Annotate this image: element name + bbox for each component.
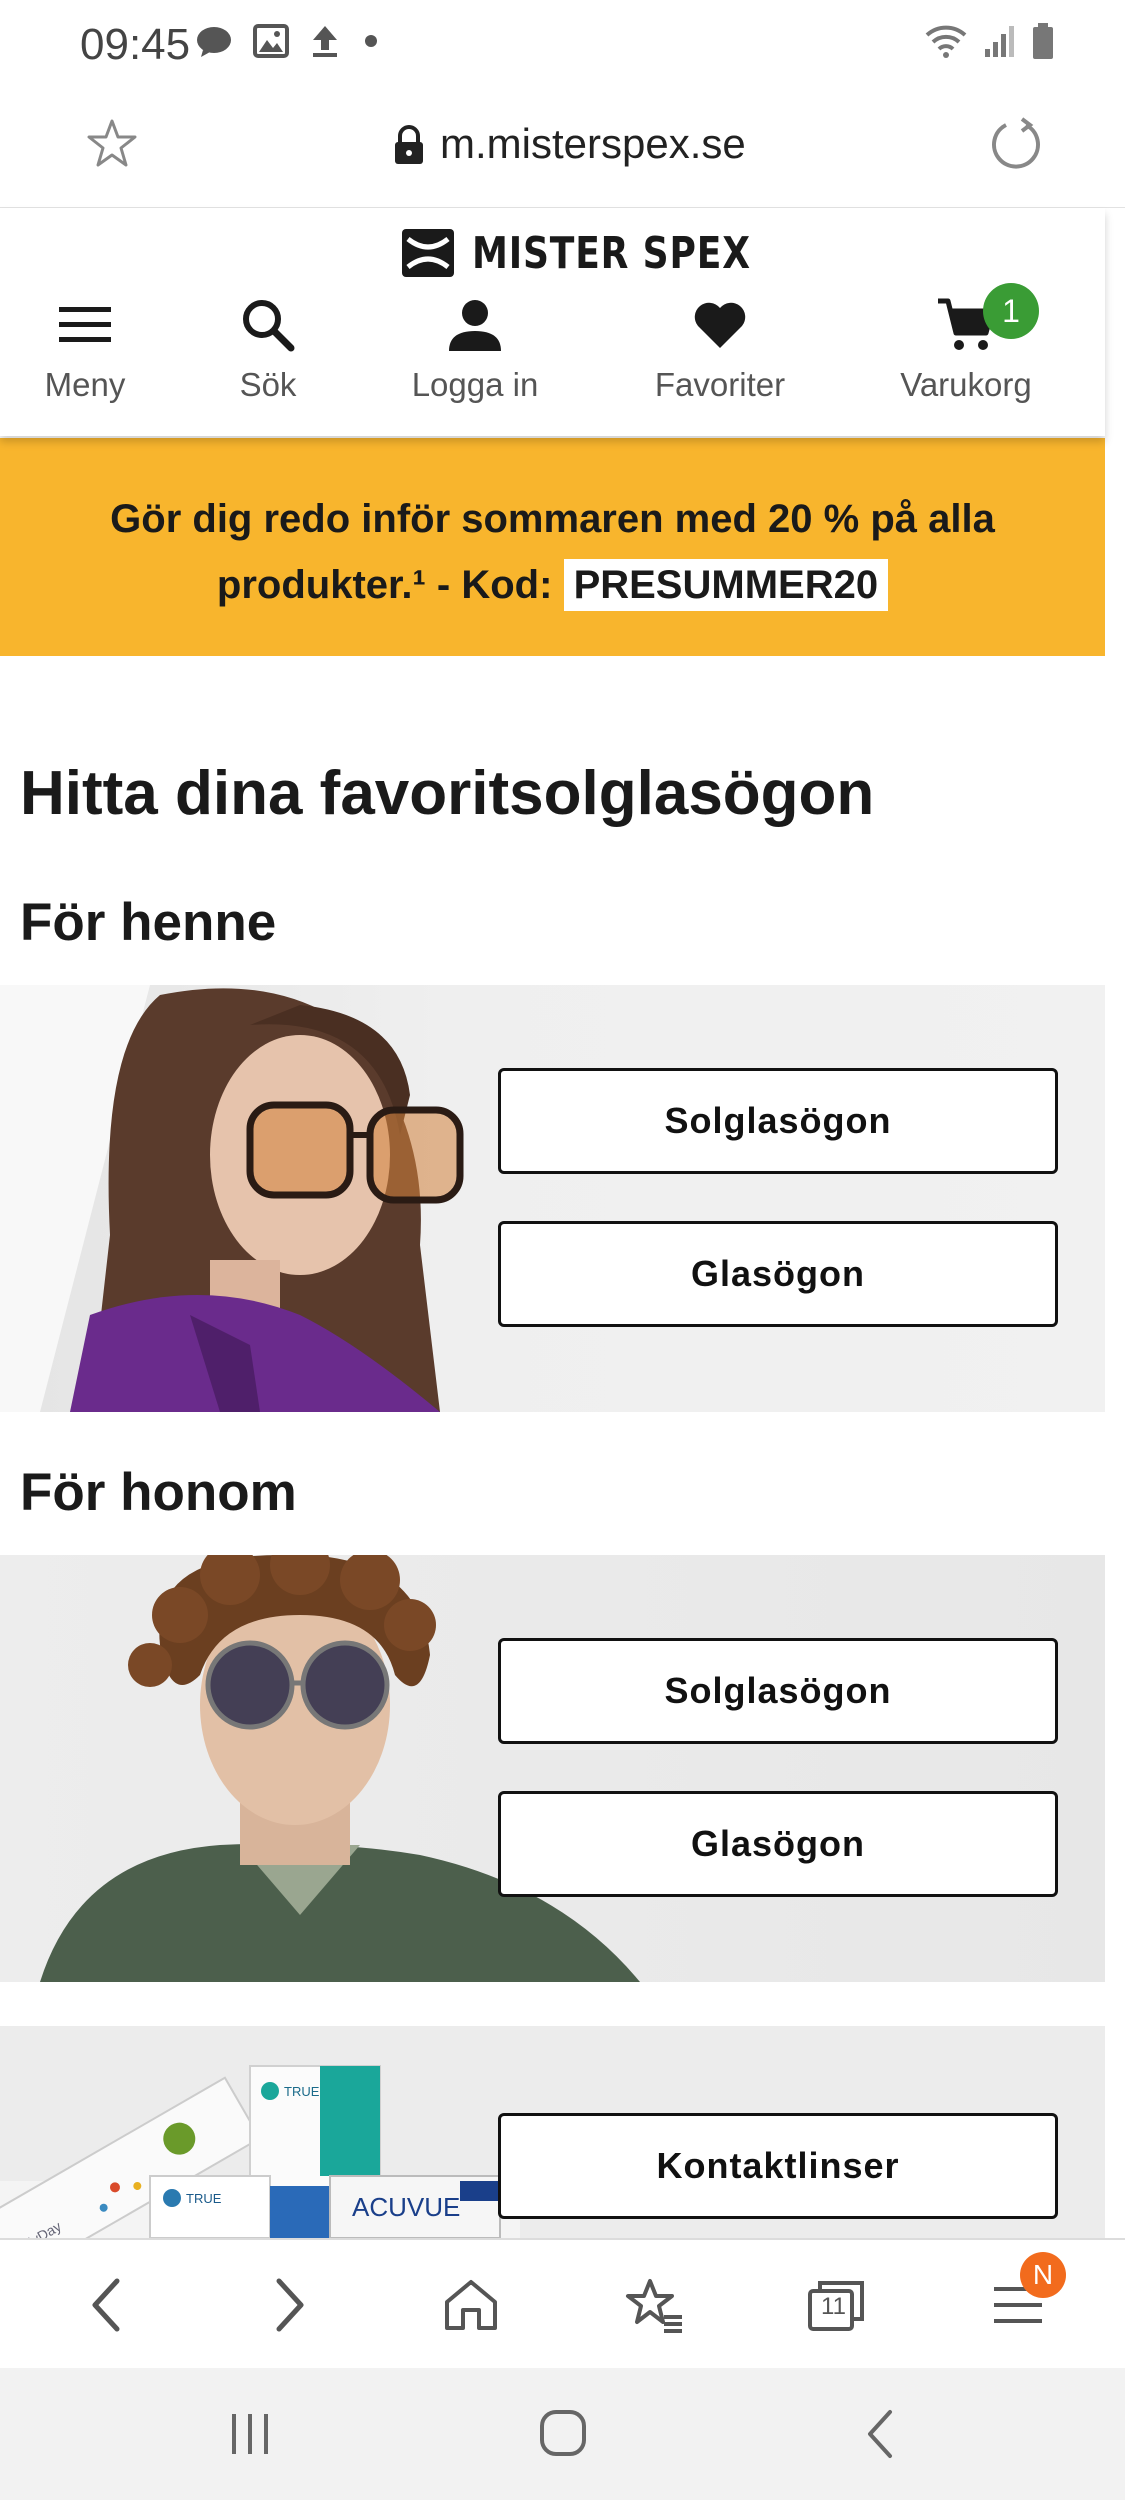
promo-line-1: Gör dig redo inför sommaren med 20 % på …	[110, 497, 995, 541]
status-time: 09:45	[80, 20, 191, 69]
site-logo[interactable]: MISTER SPEX	[400, 225, 812, 281]
home-icon	[445, 2280, 497, 2330]
recent-apps-icon	[232, 2414, 268, 2454]
section-title-her: För henne	[20, 893, 277, 952]
messenger-icon	[197, 27, 231, 57]
search-icon	[243, 300, 295, 352]
hamburger-menu-icon	[59, 307, 111, 342]
heart-icon	[694, 302, 746, 348]
system-back-button[interactable]	[860, 2408, 900, 2465]
reload-icon[interactable]	[988, 115, 1044, 171]
upload-icon	[313, 26, 337, 57]
back-button[interactable]	[67, 2265, 147, 2345]
bookmark-star-icon[interactable]	[85, 118, 139, 170]
bookmarks-button[interactable]	[614, 2265, 694, 2345]
nav-search-label: Sök	[239, 366, 297, 403]
him-panel	[0, 1555, 1105, 1982]
page-title: Hitta dina favoritsolglasögon	[20, 759, 875, 828]
nav-login-label: Logga in	[411, 366, 539, 403]
system-home-icon	[540, 2410, 586, 2456]
battery-icon	[1033, 23, 1053, 59]
section-title-him: För honom	[20, 1463, 297, 1522]
mister-spex-logo-icon	[402, 229, 454, 277]
lock-icon	[395, 125, 423, 164]
nav-cart-label: Varukorg	[900, 366, 1032, 403]
contact-lenses-button[interactable]: Kontaktlinser	[498, 2113, 1058, 2219]
her-glasses-button[interactable]: Glasögon	[498, 1221, 1058, 1327]
lens-label-acuvue: ACUVUE	[352, 2192, 460, 2222]
lens-label-true-1: TRUE	[284, 2084, 320, 2099]
promo-code[interactable]: PRESUMMER20	[563, 559, 889, 611]
status-icons-left	[195, 24, 381, 58]
notification-badge: N	[1020, 2252, 1066, 2298]
home-button[interactable]	[431, 2265, 511, 2345]
nav-favorites-label: Favoriter	[654, 366, 786, 403]
system-home-button[interactable]	[538, 2408, 588, 2463]
tabs-button[interactable]: 11	[796, 2265, 876, 2345]
promo-text: Gör dig redo inför sommaren med 20 % på …	[40, 486, 1065, 618]
url-text[interactable]: m.misterspex.se	[440, 120, 746, 168]
dot-icon	[365, 35, 377, 47]
signal-icon	[985, 26, 1014, 57]
recent-apps-button[interactable]	[228, 2410, 272, 2463]
system-back-icon	[868, 2410, 892, 2458]
promo-line-2: produkter.¹ - Kod:	[216, 563, 553, 607]
lens-label-true-2: TRUE	[186, 2191, 222, 2206]
him-sunglasses-button[interactable]: Solglasögon	[498, 1638, 1058, 1744]
back-arrow-icon	[92, 2278, 120, 2332]
nav-search[interactable]: Sök	[168, 290, 368, 420]
wifi-icon	[925, 25, 967, 58]
logo-text: MISTER SPEX	[472, 227, 751, 279]
cart-count-badge: 1	[983, 283, 1039, 339]
tabs-count: 11	[821, 2293, 846, 2320]
gallery-icon	[253, 24, 289, 58]
man-portrait-image	[40, 1555, 640, 1982]
nav-menu[interactable]: Meny	[0, 290, 185, 420]
user-icon	[449, 300, 501, 351]
forward-button[interactable]	[249, 2265, 329, 2345]
woman-portrait-image	[0, 985, 464, 1412]
contact-lens-boxes-image: MyDay TRUE TRUE ACUVUE	[0, 2065, 520, 2238]
status-icons-right	[923, 22, 1055, 60]
her-panel	[0, 985, 1105, 1412]
nav-favorites[interactable]: Favoriter	[620, 290, 820, 420]
forward-arrow-icon	[276, 2278, 304, 2332]
her-sunglasses-button[interactable]: Solglasögon	[498, 1068, 1058, 1174]
nav-login[interactable]: Logga in	[375, 290, 575, 420]
nav-menu-label: Meny	[44, 366, 126, 403]
page-right-gutter	[1105, 208, 1125, 2238]
bookmarks-star-icon	[626, 2279, 682, 2333]
browser-bottom-toolbar	[0, 2238, 1125, 2370]
him-glasses-button[interactable]: Glasögon	[498, 1791, 1058, 1897]
